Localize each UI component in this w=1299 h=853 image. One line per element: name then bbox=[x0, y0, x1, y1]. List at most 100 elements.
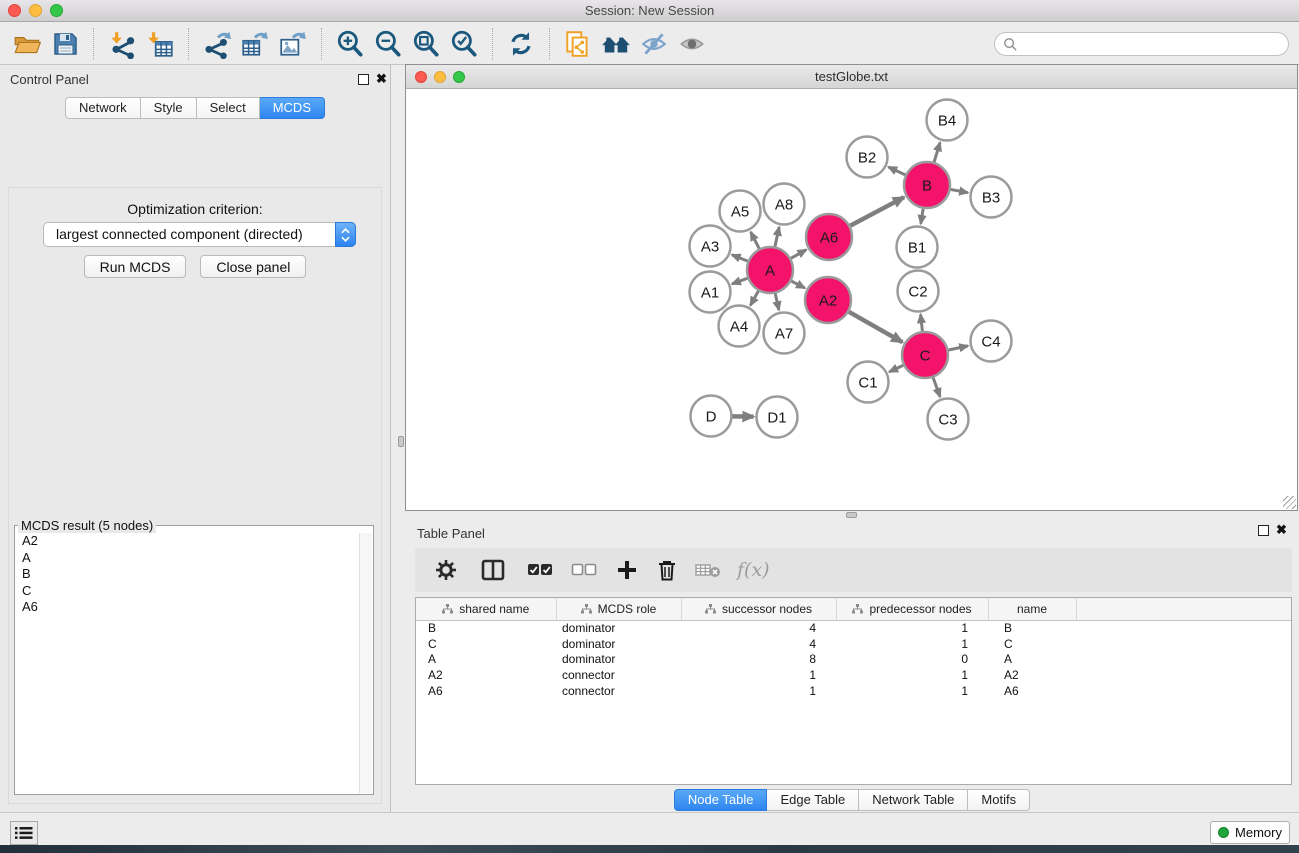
tab-mcds[interactable]: MCDS bbox=[260, 97, 325, 119]
tab-motifs[interactable]: Motifs bbox=[968, 789, 1030, 811]
table-cell[interactable]: 1 bbox=[681, 667, 836, 683]
graph-edge-A-A6[interactable] bbox=[791, 250, 806, 259]
zoom-fit-button[interactable] bbox=[407, 26, 445, 62]
table-cell[interactable]: B bbox=[988, 620, 1076, 636]
tab-network[interactable]: Network bbox=[65, 97, 141, 119]
graph-edge-C-C4[interactable] bbox=[948, 346, 968, 350]
memory-button[interactable]: Memory bbox=[1210, 821, 1290, 844]
graph-edge-B-B4[interactable] bbox=[934, 142, 940, 162]
resize-grip[interactable] bbox=[1283, 496, 1296, 509]
graph-edge-A-A8[interactable] bbox=[775, 227, 779, 247]
table-cell[interactable]: B bbox=[416, 620, 556, 636]
search-input[interactable] bbox=[994, 32, 1289, 56]
minimize-window-button[interactable] bbox=[29, 4, 42, 17]
select-stepper[interactable] bbox=[335, 222, 356, 247]
table-row[interactable]: Bdominator41B bbox=[416, 620, 1291, 636]
table-close-button[interactable]: ✖ bbox=[1276, 522, 1287, 538]
tab-style[interactable]: Style bbox=[141, 97, 197, 119]
table-cell[interactable]: connector bbox=[556, 667, 681, 683]
zoom-selected-button[interactable] bbox=[445, 26, 483, 62]
table-cell[interactable]: dominator bbox=[556, 636, 681, 652]
close-panel-button-2[interactable]: Close panel bbox=[200, 255, 306, 278]
graph-edge-C-C3[interactable] bbox=[933, 378, 940, 397]
select-all-button[interactable] bbox=[527, 552, 553, 588]
table-cell[interactable]: C bbox=[988, 636, 1076, 652]
column-header-predecessor-nodes[interactable]: predecessor nodes bbox=[836, 598, 988, 620]
export-image-button[interactable] bbox=[274, 26, 312, 62]
graph-edge-A-A7[interactable] bbox=[775, 293, 779, 310]
graph-edge-C-C1[interactable] bbox=[889, 365, 903, 372]
column-header-successor-nodes[interactable]: successor nodes bbox=[681, 598, 836, 620]
import-table-button[interactable] bbox=[141, 26, 179, 62]
add-column-button[interactable] bbox=[617, 552, 637, 588]
session-details-button[interactable] bbox=[559, 26, 597, 62]
table-cell[interactable]: A bbox=[988, 651, 1076, 667]
delete-column-button[interactable] bbox=[657, 552, 677, 588]
tab-node-table[interactable]: Node Table bbox=[674, 789, 768, 811]
table-cell[interactable]: A2 bbox=[416, 667, 556, 683]
graph-edge-A2-C[interactable] bbox=[849, 312, 903, 342]
mcds-result-item[interactable]: A2 bbox=[16, 533, 358, 550]
float-panel-button[interactable] bbox=[358, 74, 369, 85]
tab-network-table[interactable]: Network Table bbox=[859, 789, 968, 811]
network-close-button[interactable] bbox=[415, 71, 427, 83]
graph-edge-B-B1[interactable] bbox=[921, 209, 923, 224]
mcds-result-item[interactable]: B bbox=[16, 566, 358, 583]
graph-edge-C-C2[interactable] bbox=[921, 314, 923, 331]
table-float-button[interactable] bbox=[1258, 525, 1269, 536]
maximize-window-button[interactable] bbox=[50, 4, 63, 17]
table-settings-button[interactable] bbox=[435, 552, 457, 588]
table-cell[interactable]: 1 bbox=[836, 667, 988, 683]
table-cell[interactable]: 1 bbox=[836, 620, 988, 636]
import-network-button[interactable] bbox=[103, 26, 141, 62]
table-row[interactable]: A2connector11A2 bbox=[416, 667, 1291, 683]
column-header-name[interactable]: name bbox=[988, 598, 1076, 620]
criterion-select[interactable]: largest connected component (directed) bbox=[43, 222, 356, 247]
column-header-shared-name[interactable]: shared name bbox=[416, 598, 556, 620]
graph-edge-A-A1[interactable] bbox=[732, 278, 747, 284]
task-history-button[interactable] bbox=[10, 821, 38, 845]
table-cell[interactable]: 8 bbox=[681, 651, 836, 667]
close-window-button[interactable] bbox=[8, 4, 21, 17]
graph-edge-A6-B[interactable] bbox=[850, 197, 904, 226]
mcds-result-item[interactable]: C bbox=[16, 583, 358, 600]
column-header-MCDS-role[interactable]: MCDS role bbox=[556, 598, 681, 620]
open-file-button[interactable] bbox=[8, 26, 46, 62]
graph-edge-A-A4[interactable] bbox=[750, 291, 758, 305]
delete-table-button[interactable] bbox=[695, 552, 721, 588]
table-cell[interactable]: A6 bbox=[416, 683, 556, 699]
table-row[interactable]: Adominator80A bbox=[416, 651, 1291, 667]
run-mcds-button[interactable]: Run MCDS bbox=[84, 255, 187, 278]
export-table-button[interactable] bbox=[236, 26, 274, 62]
table-cell[interactable]: 1 bbox=[681, 683, 836, 699]
table-cell[interactable]: 0 bbox=[836, 651, 988, 667]
hide-panels-button[interactable] bbox=[635, 26, 673, 62]
network-window-titlebar[interactable]: testGlobe.txt bbox=[406, 65, 1297, 89]
tab-edge-table[interactable]: Edge Table bbox=[767, 789, 859, 811]
table-cell[interactable]: A bbox=[416, 651, 556, 667]
network-maximize-button[interactable] bbox=[453, 71, 465, 83]
function-builder-button[interactable]: f(x) bbox=[737, 552, 770, 588]
deselect-all-button[interactable] bbox=[571, 552, 597, 588]
home-button[interactable] bbox=[597, 26, 635, 62]
column-layout-button[interactable] bbox=[481, 552, 505, 588]
table-cell[interactable]: dominator bbox=[556, 651, 681, 667]
table-cell[interactable]: dominator bbox=[556, 620, 681, 636]
table-cell[interactable]: C bbox=[416, 636, 556, 652]
tab-select[interactable]: Select bbox=[197, 97, 260, 119]
network-graph[interactable]: B4B2BB3B1A5A8A6A3AA1A4A7A2C2C4CC1C3DD1 bbox=[406, 89, 1297, 510]
table-cell[interactable]: connector bbox=[556, 683, 681, 699]
table-row[interactable]: A6connector11A6 bbox=[416, 683, 1291, 699]
splitter-grip-vertical[interactable] bbox=[398, 436, 404, 447]
zoom-out-button[interactable] bbox=[369, 26, 407, 62]
close-panel-button[interactable]: ✖ bbox=[376, 71, 387, 87]
zoom-in-button[interactable] bbox=[331, 26, 369, 62]
graph-edge-A-A3[interactable] bbox=[732, 255, 748, 261]
table-cell[interactable]: 1 bbox=[836, 636, 988, 652]
show-panels-button[interactable] bbox=[673, 26, 711, 62]
export-network-button[interactable] bbox=[198, 26, 236, 62]
graph-edge-B-B3[interactable] bbox=[951, 189, 968, 192]
table-cell[interactable]: A2 bbox=[988, 667, 1076, 683]
table-row[interactable]: Cdominator41C bbox=[416, 636, 1291, 652]
table-cell[interactable]: A6 bbox=[988, 683, 1076, 699]
